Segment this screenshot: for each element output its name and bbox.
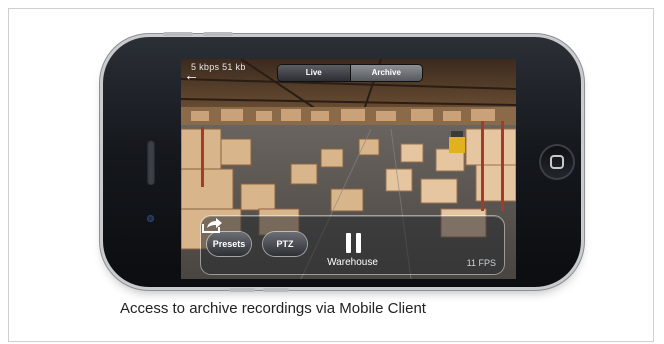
presets-button[interactable]: Presets [207,232,251,256]
volume-button [203,32,233,36]
ptz-button[interactable]: PTZ [263,232,307,256]
live-archive-switch: Live Archive [278,65,422,81]
playback-control-bar: Presets PTZ Warehouse 11 FPS [201,216,504,274]
fps-readout: 11 FPS [466,258,496,268]
back-arrow-icon[interactable]: ← [184,68,204,83]
tab-live[interactable]: Live [278,65,351,81]
side-button [229,288,255,292]
volume-button [163,32,193,36]
video-screen[interactable]: 5 kbps 51 kb ← Live Archive Presets PTZ … [181,59,516,279]
speaker [147,139,155,185]
front-camera [147,215,154,222]
tab-archive[interactable]: Archive [350,65,422,81]
home-button-icon [550,155,564,169]
content-card: 5 kbps 51 kb ← Live Archive Presets PTZ … [8,8,654,342]
phone-device: 5 kbps 51 kb ← Live Archive Presets PTZ … [103,32,581,292]
share-icon[interactable] [201,216,223,234]
pause-icon[interactable] [346,233,362,253]
home-button[interactable] [539,144,575,180]
camera-name: Warehouse [327,257,378,268]
caption-text: Access to archive recordings via Mobile … [120,300,426,317]
side-button [263,288,289,292]
